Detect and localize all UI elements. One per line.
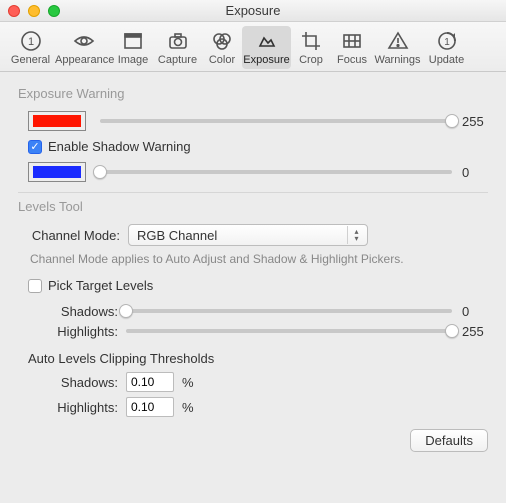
tab-crop[interactable]: Crop — [291, 26, 331, 69]
highlight-color-swatch[interactable] — [28, 111, 86, 131]
tab-exposure[interactable]: Exposure — [242, 26, 291, 69]
exposure-icon — [256, 30, 278, 52]
prefs-toolbar: 1 General Appearance Image Capture Color… — [0, 22, 506, 72]
highlight-color-inner — [33, 115, 81, 127]
highlight-warning-slider[interactable] — [100, 111, 452, 131]
chevron-updown-icon — [347, 226, 365, 244]
auto-shadows-input[interactable] — [126, 372, 174, 392]
tab-appearance[interactable]: Appearance — [55, 26, 113, 69]
slider-thumb[interactable] — [445, 324, 459, 338]
target-highlights-label: Highlights: — [18, 324, 126, 339]
shadow-warning-slider[interactable] — [100, 162, 452, 182]
levels-tool-heading: Levels Tool — [18, 199, 488, 214]
tab-label: Capture — [153, 54, 202, 66]
auto-levels-heading: Auto Levels Clipping Thresholds — [28, 351, 488, 366]
tab-label: Appearance — [55, 54, 113, 66]
slider-thumb[interactable] — [119, 304, 133, 318]
tab-image[interactable]: Image — [113, 26, 153, 69]
crop-icon — [300, 30, 322, 52]
channel-mode-hint: Channel Mode applies to Auto Adjust and … — [20, 252, 488, 266]
warning-icon — [387, 30, 409, 52]
shadow-warning-value: 0 — [452, 165, 488, 180]
channel-mode-select[interactable]: RGB Channel — [128, 224, 368, 246]
shadow-color-inner — [33, 166, 81, 178]
defaults-button[interactable]: Defaults — [410, 429, 488, 452]
svg-text:1: 1 — [27, 36, 33, 48]
window-title: Exposure — [0, 3, 506, 18]
enable-shadow-warning-checkbox[interactable]: ✓ — [28, 140, 42, 154]
tab-color[interactable]: Color — [202, 26, 242, 69]
tab-label: Color — [202, 54, 242, 66]
auto-shadows-label: Shadows: — [18, 375, 126, 390]
eye-icon — [73, 30, 95, 52]
target-highlights-slider[interactable] — [126, 321, 452, 341]
target-shadows-slider[interactable] — [126, 301, 452, 321]
svg-text:1: 1 — [444, 37, 450, 48]
slider-track — [126, 329, 452, 333]
image-icon — [122, 30, 144, 52]
slider-track — [100, 119, 452, 123]
target-shadows-value: 0 — [452, 304, 488, 319]
tab-label: Exposure — [242, 54, 291, 66]
tab-update[interactable]: 1 Update — [422, 26, 471, 69]
tab-capture[interactable]: Capture — [153, 26, 202, 69]
tab-label: Crop — [291, 54, 331, 66]
tab-warnings[interactable]: Warnings — [373, 26, 422, 69]
exposure-warning-heading: Exposure Warning — [18, 86, 488, 101]
focus-icon — [341, 30, 363, 52]
slider-track — [100, 170, 452, 174]
update-icon: 1 — [436, 30, 458, 52]
tab-label: Update — [422, 54, 471, 66]
tab-focus[interactable]: Focus — [331, 26, 373, 69]
titlebar: Exposure — [0, 0, 506, 22]
shadow-color-swatch[interactable] — [28, 162, 86, 182]
auto-highlights-label: Highlights: — [18, 400, 126, 415]
tab-label: Focus — [331, 54, 373, 66]
pick-target-levels-checkbox[interactable] — [28, 279, 42, 293]
channel-mode-value: RGB Channel — [137, 228, 217, 243]
enable-shadow-warning-label: Enable Shadow Warning — [48, 139, 191, 154]
slider-thumb[interactable] — [445, 114, 459, 128]
slider-track — [126, 309, 452, 313]
divider — [18, 192, 488, 193]
auto-highlights-input[interactable] — [126, 397, 174, 417]
camera-icon — [167, 30, 189, 52]
tab-label: Image — [113, 54, 153, 66]
pick-target-levels-label: Pick Target Levels — [48, 278, 153, 293]
tab-general[interactable]: 1 General — [6, 26, 55, 69]
slider-thumb[interactable] — [93, 165, 107, 179]
percent-label: % — [182, 400, 194, 415]
general-icon: 1 — [20, 30, 42, 52]
tab-label: General — [6, 54, 55, 66]
color-icon — [211, 30, 233, 52]
tab-label: Warnings — [373, 54, 422, 66]
content: Exposure Warning 255 ✓ Enable Shadow War… — [0, 72, 506, 464]
target-shadows-label: Shadows: — [18, 304, 126, 319]
channel-mode-label: Channel Mode: — [18, 228, 128, 243]
percent-label: % — [182, 375, 194, 390]
